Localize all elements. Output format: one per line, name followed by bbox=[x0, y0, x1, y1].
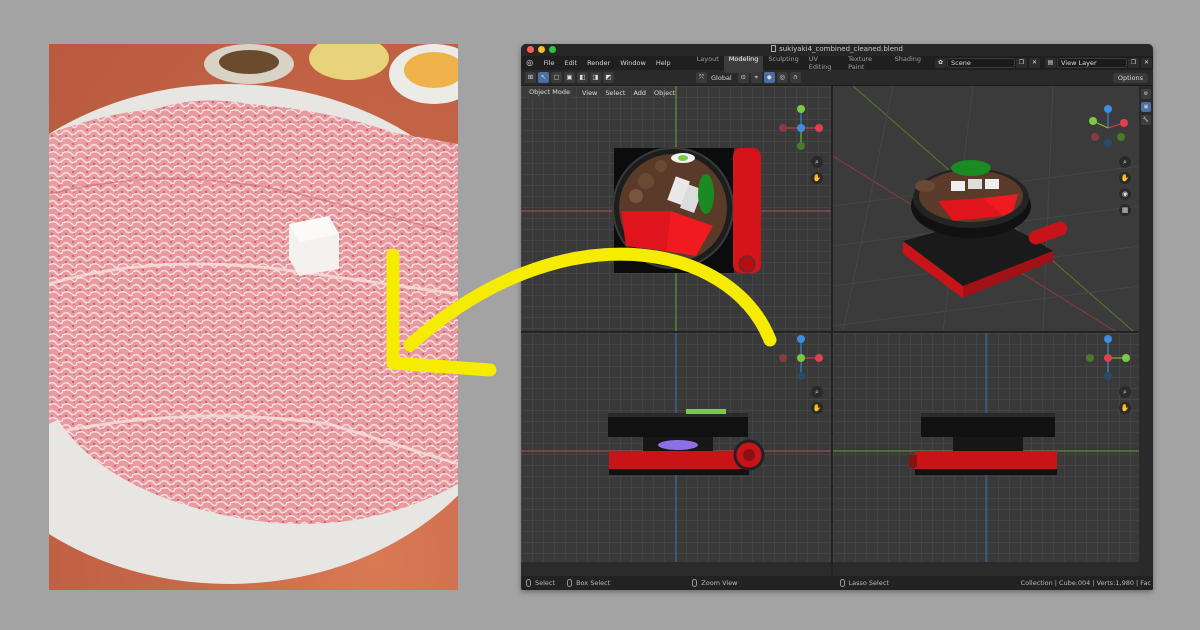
menu-help[interactable]: Help bbox=[651, 59, 676, 67]
select-mode-subtract-icon[interactable]: ◧ bbox=[577, 72, 588, 83]
properties-tab-strip: ⚙ ▣ 🔧 bbox=[1139, 86, 1153, 576]
blender-logo-icon[interactable]: ◎ bbox=[525, 58, 535, 68]
status-bar: Select Box Select Zoom View Lasso Select… bbox=[521, 576, 1153, 590]
status-zoom-view: Zoom View bbox=[701, 579, 738, 587]
status-lasso-select: Lasso Select bbox=[848, 579, 889, 587]
menu-render[interactable]: Render bbox=[582, 59, 615, 67]
zoom-view-icon-2[interactable]: ⌕ bbox=[1119, 156, 1131, 168]
viewport-bottom-left[interactable]: ⌕ ✋ bbox=[521, 333, 831, 562]
camera-view-icon[interactable]: ◉ bbox=[1119, 188, 1131, 200]
modifier-properties-icon[interactable]: 🔧 bbox=[1141, 115, 1151, 125]
select-mode-extend-icon[interactable]: ▣ bbox=[564, 72, 575, 83]
viewport-bottom-right[interactable]: ⌕ ✋ bbox=[833, 333, 1139, 562]
pan-view-icon-2[interactable]: ✋ bbox=[1119, 172, 1131, 184]
top-menu-bar: ◎ File Edit Render Window Help Layout Mo… bbox=[521, 53, 1153, 73]
viewport-area: ⌕ ✋ ⌕ ✋ ◉ ▦ ⌕ ✋ ⌕ ✋ bbox=[521, 86, 1153, 576]
view-layer-icon[interactable]: ▤ bbox=[1045, 58, 1056, 68]
options-dropdown[interactable]: Options bbox=[1112, 72, 1148, 83]
object-properties-icon[interactable]: ▣ bbox=[1141, 102, 1151, 112]
middle-mouse-icon bbox=[692, 579, 698, 587]
viewport-top-left[interactable]: ⌕ ✋ bbox=[521, 86, 831, 331]
blender-window: sukiyaki4_combined_cleaned.blend ◎ File … bbox=[521, 44, 1153, 590]
snap-toggle-icon[interactable]: ◆ bbox=[763, 72, 775, 83]
left-drag-icon bbox=[567, 579, 573, 587]
select-mode-intersect-icon[interactable]: ◩ bbox=[603, 72, 614, 83]
ortho-toggle-icon[interactable]: ▦ bbox=[1119, 204, 1131, 216]
pan-view-icon-3[interactable]: ✋ bbox=[811, 402, 823, 414]
tab-modeling[interactable]: Modeling bbox=[723, 53, 764, 73]
window-title: sukiyaki4_combined_cleaned.blend bbox=[521, 45, 1153, 53]
tool-properties-icon[interactable]: ⚙ bbox=[1141, 89, 1151, 99]
zoom-view-icon[interactable]: ⌕ bbox=[811, 156, 823, 168]
scene-statistics: Collection | Cube.004 | Verts:1,980 | Fa… bbox=[1020, 579, 1151, 587]
select-tool-icon[interactable]: ↖ bbox=[538, 72, 549, 83]
object-mode-dropdown[interactable]: Object Mode bbox=[525, 87, 574, 98]
viewport-top-right[interactable]: ⌕ ✋ ◉ ▦ bbox=[833, 86, 1139, 331]
editor-type-icon[interactable]: ⊞ bbox=[525, 72, 536, 83]
zoom-view-icon-4[interactable]: ⌕ bbox=[1119, 386, 1131, 398]
viewport-divider-horizontal[interactable] bbox=[521, 331, 1153, 333]
tab-layout[interactable]: Layout bbox=[692, 53, 724, 73]
viewport-menu-object[interactable]: Object bbox=[650, 89, 679, 97]
select-mode-invert-icon[interactable]: ◨ bbox=[590, 72, 601, 83]
remove-view-layer-icon[interactable]: ✕ bbox=[1141, 58, 1152, 68]
status-box-select: Box Select bbox=[576, 579, 611, 587]
viewport-header: Object Mode View Select Add Object bbox=[521, 86, 679, 99]
wagyu-photo bbox=[49, 44, 458, 590]
proportional-edit-icon[interactable]: ◎ bbox=[776, 72, 788, 83]
tab-sculpting[interactable]: Sculpting bbox=[763, 53, 803, 73]
viewport-menu-view[interactable]: View bbox=[578, 89, 601, 97]
view-layer-field[interactable]: View Layer bbox=[1057, 58, 1127, 68]
new-view-layer-icon[interactable]: ❐ bbox=[1128, 58, 1139, 68]
scene-name-field[interactable]: Scene bbox=[947, 58, 1015, 68]
tab-uv-editing[interactable]: UV Editing bbox=[804, 53, 843, 73]
title-bar: sukiyaki4_combined_cleaned.blend bbox=[521, 44, 1153, 56]
falloff-icon[interactable]: ∩ bbox=[789, 72, 801, 83]
menu-edit[interactable]: Edit bbox=[559, 59, 582, 67]
select-mode-new-icon[interactable]: ▢ bbox=[551, 72, 562, 83]
menu-window[interactable]: Window bbox=[615, 59, 651, 67]
status-select: Select bbox=[535, 579, 556, 587]
tab-shading[interactable]: Shading bbox=[890, 53, 926, 73]
snap-icon[interactable]: ⌖ bbox=[750, 72, 762, 83]
viewport-menu-add[interactable]: Add bbox=[629, 89, 650, 97]
scene-icon[interactable]: ✿ bbox=[935, 58, 946, 68]
tab-texture-paint[interactable]: Texture Paint bbox=[843, 53, 889, 73]
transform-orientation-icon[interactable]: ⤧ bbox=[696, 72, 707, 83]
menu-file[interactable]: File bbox=[539, 59, 560, 67]
zoom-view-icon-3[interactable]: ⌕ bbox=[811, 386, 823, 398]
new-scene-icon[interactable]: ❐ bbox=[1016, 58, 1027, 68]
viewport-menu-select[interactable]: Select bbox=[601, 89, 629, 97]
marbled-beef-illustration bbox=[49, 44, 458, 584]
pan-view-icon[interactable]: ✋ bbox=[811, 172, 823, 184]
left-mouse-icon bbox=[526, 579, 531, 587]
remove-scene-icon[interactable]: ✕ bbox=[1029, 58, 1040, 68]
pivot-point-icon[interactable]: ⊙ bbox=[737, 72, 749, 83]
pan-view-icon-4[interactable]: ✋ bbox=[1119, 402, 1131, 414]
document-icon bbox=[771, 45, 777, 52]
right-mouse-icon bbox=[839, 579, 845, 587]
transform-orientation-dropdown[interactable]: Global bbox=[711, 74, 732, 82]
